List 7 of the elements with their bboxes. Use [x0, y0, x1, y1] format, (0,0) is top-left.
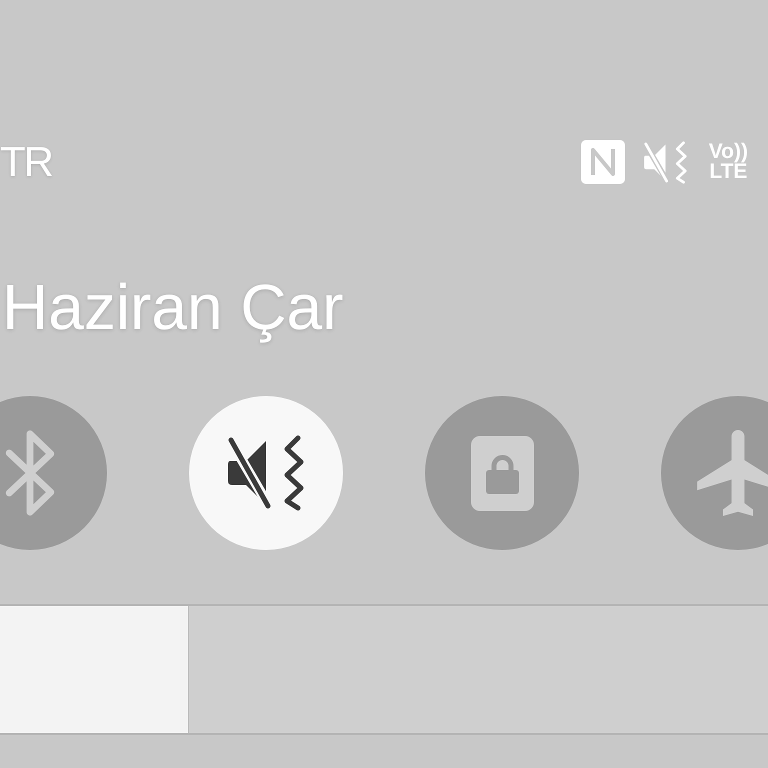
- muted-speaker-vibrate-icon: [642, 140, 688, 184]
- airplane-icon: [697, 430, 768, 516]
- phone-lock-icon: [470, 436, 534, 510]
- brightness-slider[interactable]: [0, 604, 768, 735]
- muted-speaker-vibrate-icon: [226, 435, 306, 511]
- nfc-icon: [580, 140, 625, 184]
- bluetooth-icon: [4, 429, 56, 517]
